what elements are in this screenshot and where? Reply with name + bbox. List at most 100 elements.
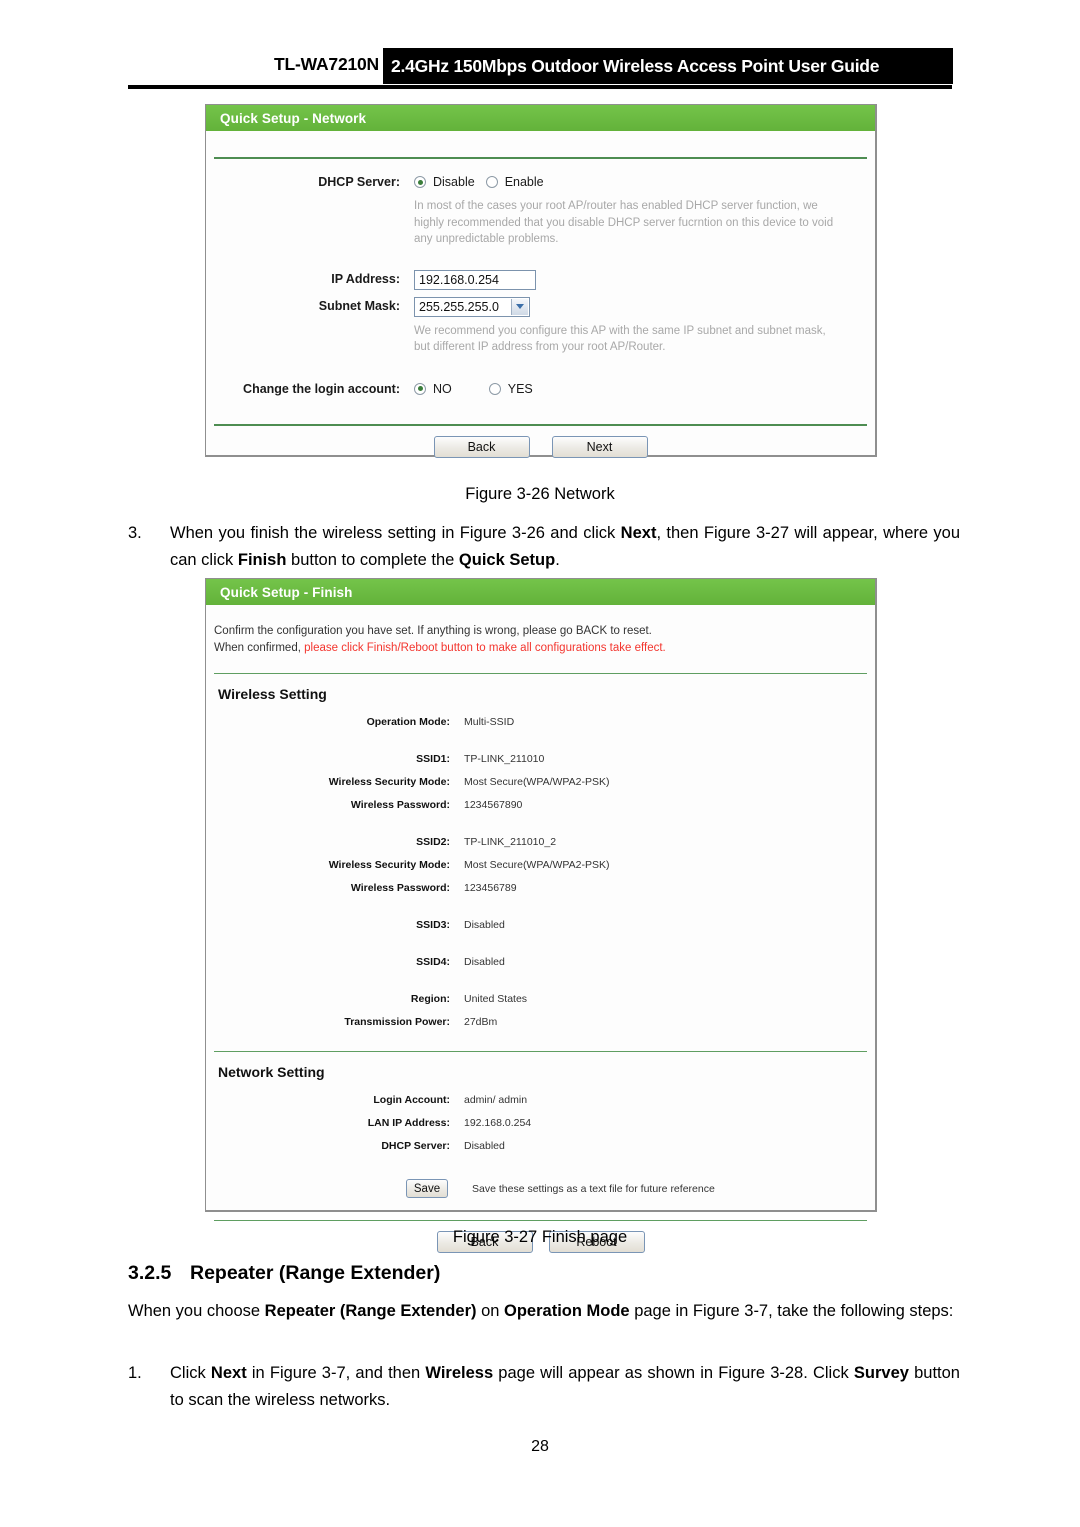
ssid2-value: TP-LINK_211010_2 [464, 836, 557, 848]
step-1-bold-wireless: Wireless [425, 1364, 494, 1382]
finish-notice-line2-plain: When confirmed, [214, 642, 305, 654]
finish-dhcp-server-value: Disabled [464, 1140, 505, 1152]
page-title: 3.2.5 Repeater (Range Extender) [128, 1262, 440, 1285]
dhcp-server-row: DHCP Server: Disable Enable In most of t… [206, 173, 875, 248]
operation-mode-label: Operation Mode: [366, 716, 450, 728]
step-1-text-part1: Click [170, 1364, 211, 1382]
step-3-text-part3: button to complete the [286, 551, 459, 569]
intro-text-part2: on [476, 1302, 505, 1320]
finish-dhcp-server-label: DHCP Server: [381, 1140, 450, 1152]
dhcp-server-label: DHCP Server: [318, 175, 400, 189]
subnet-mask-hint: We recommend you configure this AP with … [414, 324, 826, 354]
ip-address-input[interactable] [414, 269, 536, 290]
change-login-account-row: Change the login account: NO YES [206, 380, 875, 398]
ssid2-security-mode-label: Wireless Security Mode: [328, 859, 450, 871]
step-1-bold-next: Next [210, 1364, 247, 1382]
document-running-header: TL-WA7210N 2.4GHz 150Mbps Outdoor Wirele… [0, 48, 1080, 92]
figure-3-26-network-screenshot: Quick Setup - Network DHCP Server: Disab… [205, 104, 877, 458]
dhcp-disable-radio[interactable] [414, 176, 426, 188]
intro-paragraph: When you choose Repeater (Range Extender… [128, 1298, 960, 1325]
table-row: Wireless Password: 123456789 [206, 881, 875, 895]
ssid2-password-label: Wireless Password: [350, 882, 450, 894]
table-row: Login Account: admin/ admin [206, 1093, 875, 1107]
finish-notice: Confirm the configuration you have set. … [206, 605, 875, 673]
save-button[interactable]: Save [406, 1179, 448, 1198]
step-1-bold-survey: Survey [853, 1364, 909, 1382]
table-row: SSID1: TP-LINK_211010 [206, 752, 875, 766]
figure-3-26-caption: Figure 3-26 Network [465, 485, 615, 503]
table-row: LAN IP Address: 192.168.0.254 [206, 1116, 875, 1130]
table-row: DHCP Server: Disabled [206, 1139, 875, 1153]
table-row: SSID2: TP-LINK_211010_2 [206, 835, 875, 849]
quick-setup-network-titlebar: Quick Setup - Network [206, 105, 875, 131]
step-3-text-part1: When you finish the wireless setting in … [170, 524, 621, 542]
ip-address-label: IP Address: [331, 271, 400, 286]
table-row: SSID3: Disabled [206, 918, 875, 932]
step-3-number: 3. [128, 524, 142, 542]
change-login-yes-label: YES [507, 381, 533, 396]
step-3-bold-next: Next [620, 524, 657, 542]
ssid4-label: SSID4: [416, 956, 450, 968]
figure-3-27-finish-screenshot: Quick Setup - Finish Confirm the configu… [205, 578, 877, 1253]
intro-bold-operation-mode: Operation Mode [504, 1302, 630, 1320]
ssid1-password-label: Wireless Password: [350, 799, 450, 811]
save-note-text: Save these settings as a text file for f… [472, 1182, 715, 1195]
change-login-account-label: Change the login account: [243, 381, 400, 396]
intro-text-part1: When you choose [128, 1302, 265, 1320]
ssid1-label: SSID1: [416, 753, 450, 765]
change-login-no-label: NO [433, 381, 452, 396]
wireless-group-operation-mode: Operation Mode: Multi-SSID [206, 715, 875, 729]
step-1-paragraph: 1. Click Next in Figure 3-7, and then Wir… [128, 1360, 960, 1414]
lan-ip-address-value: 192.168.0.254 [464, 1117, 532, 1129]
region-label: Region: [410, 993, 450, 1005]
wireless-group-region: Region: United States Transmission Power… [206, 992, 875, 1029]
dhcp-enable-label: Enable [504, 175, 544, 189]
panel-divider-top [214, 157, 867, 159]
change-login-yes-radio[interactable] [488, 382, 501, 395]
save-settings-row: Save Save these settings as a text file … [206, 1179, 875, 1198]
wireless-group-ssid2: SSID2: TP-LINK_211010_2 Wireless Securit… [206, 835, 875, 895]
ssid2-password-value: 123456789 [464, 882, 517, 894]
header-title-banner: 2.4GHz 150Mbps Outdoor Wireless Access P… [383, 48, 953, 84]
finish-notice-line1: Confirm the configuration you have set. … [214, 625, 652, 637]
chevron-down-icon[interactable] [511, 298, 528, 315]
step-1-number: 1. [128, 1364, 142, 1382]
wireless-group-ssid3: SSID3: Disabled [206, 918, 875, 932]
ip-address-row: IP Address: [206, 269, 875, 290]
step-3-text-part4: . [555, 551, 560, 569]
change-login-no-radio[interactable] [414, 382, 426, 395]
intro-text-part3: page in Figure 3-7, take the following s… [629, 1302, 954, 1320]
login-account-value: admin/ admin [464, 1094, 528, 1106]
ssid3-label: SSID3: [416, 919, 450, 931]
operation-mode-value: Multi-SSID [464, 716, 515, 728]
section-title: Repeater (Range Extender) [190, 1262, 441, 1284]
table-row: Wireless Password: 1234567890 [206, 798, 875, 812]
finish-notice-line2: When confirmed, please click Finish/Rebo… [214, 640, 865, 657]
wireless-setting-heading: Wireless Setting [218, 686, 327, 702]
dhcp-server-radio-group[interactable]: Disable Enable [414, 173, 844, 191]
subnet-mask-selected-value: 255.255.255.0 [419, 299, 499, 314]
step-3-bold-finish: Finish [237, 551, 287, 569]
network-back-button[interactable]: Back [433, 435, 530, 458]
network-next-button[interactable]: Next [551, 435, 648, 458]
ssid3-value: Disabled [464, 919, 505, 931]
table-row: Operation Mode: Multi-SSID [206, 715, 875, 729]
quick-setup-finish-titlebar: Quick Setup - Finish [206, 579, 875, 605]
login-account-label: Login Account: [373, 1094, 450, 1106]
wireless-group-ssid1: SSID1: TP-LINK_211010 Wireless Security … [206, 752, 875, 812]
subnet-mask-label: Subnet Mask: [318, 298, 400, 313]
network-setting-group: Login Account: admin/ admin LAN IP Addre… [206, 1093, 875, 1153]
dhcp-server-hint: In most of the cases your root AP/router… [414, 200, 834, 245]
subnet-mask-row: Subnet Mask: 255.255.255.0 We recommend … [206, 296, 875, 356]
ssid1-password-value: 1234567890 [464, 799, 523, 811]
section-number: 3.2.5 [128, 1262, 172, 1284]
subnet-mask-select[interactable]: 255.255.255.0 [414, 296, 530, 317]
ssid2-label: SSID2: [416, 836, 450, 848]
dhcp-enable-radio[interactable] [485, 176, 498, 188]
network-panel-body: DHCP Server: Disable Enable In most of t… [206, 173, 875, 466]
step-3-paragraph: 3. When you finish the wireless setting i… [128, 520, 960, 574]
header-model-name: TL-WA7210N [274, 54, 379, 74]
change-login-radio-group[interactable]: NO YES [414, 380, 537, 398]
step-1-text-part2: in Figure 3-7, and then [246, 1364, 426, 1382]
dhcp-disable-label: Disable [433, 175, 475, 189]
